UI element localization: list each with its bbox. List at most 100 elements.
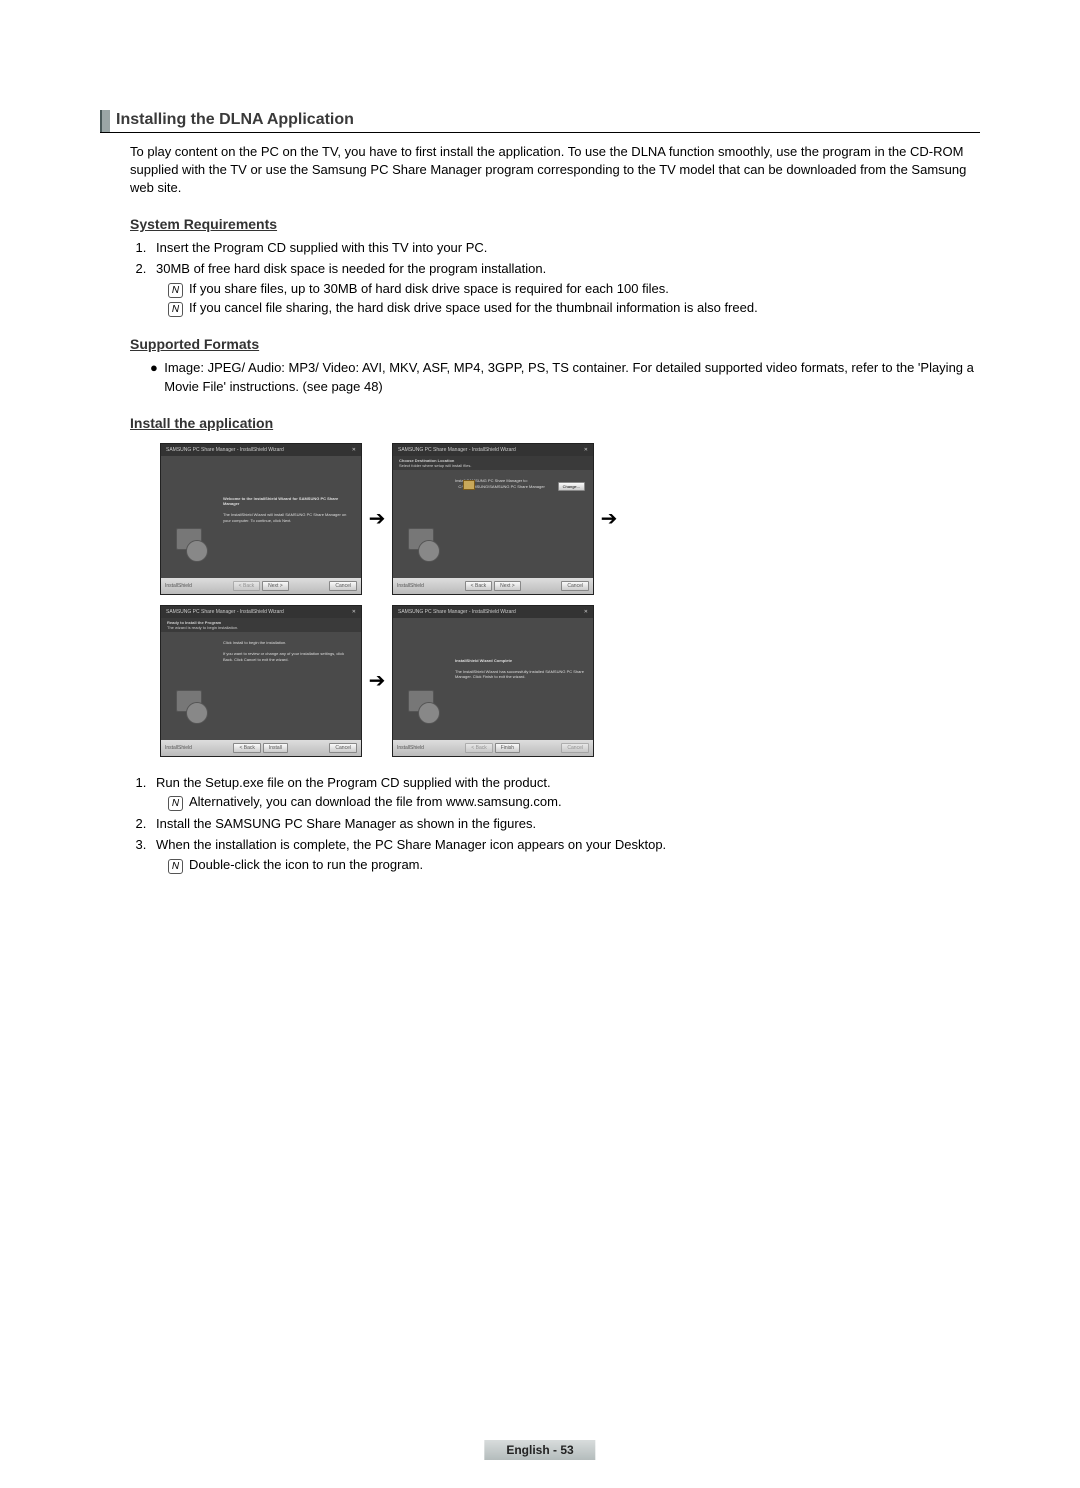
note: NDouble-click the icon to run the progra…	[168, 855, 980, 875]
close-icon: ✕	[584, 447, 588, 453]
note-icon: N	[168, 302, 183, 317]
note-text: If you cancel file sharing, the hard dis…	[189, 300, 758, 315]
next-button: Next >	[262, 581, 289, 591]
button-group: < Back Next >	[465, 581, 521, 591]
titlebar-text: SAMSUNG PC Share Manager - InstallShield…	[166, 447, 284, 453]
wizard-text: InstallShield Wizard Complete The Instal…	[451, 618, 593, 740]
wizard-heading: InstallShield Wizard Complete	[455, 658, 512, 663]
wizard-text: Click Install to begin the installation.…	[219, 632, 361, 740]
wizard-footer: InstallShield < Back Install Cancel	[161, 740, 361, 756]
arrow-right-icon: ➔	[594, 506, 624, 531]
wizard-side-icon	[393, 618, 451, 740]
wizard-subheader: Ready to Install the Program The wizard …	[161, 618, 361, 632]
wizard-body: Welcome to the InstallShield Wizard for …	[161, 456, 361, 578]
list-text: Insert the Program CD supplied with this…	[156, 240, 487, 255]
supported-formats-heading: Supported Formats	[130, 336, 980, 352]
install-steps-list: Run the Setup.exe file on the Program CD…	[150, 773, 980, 875]
installshield-label: InstallShield	[165, 745, 192, 751]
button-group: < Back Next >	[233, 581, 289, 591]
installshield-label: InstallShield	[165, 583, 192, 589]
close-icon: ✕	[352, 447, 356, 453]
note-text: Alternatively, you can download the file…	[189, 794, 562, 809]
wizard-body-text: Click Install to begin the installation.	[223, 640, 286, 645]
wizard-sub-text: Select folder where setup will install f…	[399, 463, 471, 468]
list-item: Run the Setup.exe file on the Program CD…	[150, 773, 980, 812]
supported-formats-list: ● Image: JPEG/ Audio: MP3/ Video: AVI, M…	[150, 358, 980, 397]
wizard-screenshot-4: SAMSUNG PC Share Manager - InstallShield…	[392, 605, 594, 757]
back-button: < Back	[465, 581, 492, 591]
button-group: < Back Finish	[465, 743, 520, 753]
list-text: When the installation is complete, the P…	[156, 837, 666, 852]
install-application-heading: Install the application	[130, 415, 980, 431]
arrow-right-icon: ➔	[362, 668, 392, 693]
list-item: Insert the Program CD supplied with this…	[150, 238, 980, 258]
wizard-side-icon	[393, 470, 451, 578]
back-button: < Back	[233, 581, 260, 591]
cancel-button: Cancel	[329, 581, 357, 591]
section-header: Installing the DLNA Application	[100, 110, 980, 133]
titlebar-text: SAMSUNG PC Share Manager - InstallShield…	[398, 609, 516, 615]
computer-disc-icon	[170, 686, 210, 726]
note-text: If you share files, up to 30MB of hard d…	[189, 281, 669, 296]
bullet-icon: ●	[150, 358, 164, 397]
wizard-footer: InstallShield < Back Next > Cancel	[161, 578, 361, 594]
wizard-body: Click Install to begin the installation.…	[161, 632, 361, 740]
list-text: Install the SAMSUNG PC Share Manager as …	[156, 816, 536, 831]
section-bar-icon	[100, 110, 110, 132]
titlebar-text: SAMSUNG PC Share Manager - InstallShield…	[398, 447, 516, 453]
folder-icon	[463, 480, 475, 490]
back-button: < Back	[233, 743, 260, 753]
list-text: Image: JPEG/ Audio: MP3/ Video: AVI, MKV…	[164, 358, 980, 397]
wizard-screenshot-3: SAMSUNG PC Share Manager - InstallShield…	[160, 605, 362, 757]
installshield-label: InstallShield	[397, 583, 424, 589]
finish-button: Finish	[495, 743, 520, 753]
system-requirements-heading: System Requirements	[130, 216, 980, 232]
note: N If you cancel file sharing, the hard di…	[168, 298, 980, 318]
list-text: 30MB of free hard disk space is needed f…	[156, 261, 546, 276]
note-icon: N	[168, 859, 183, 874]
computer-disc-icon	[402, 524, 442, 564]
computer-disc-icon	[170, 524, 210, 564]
back-button: < Back	[465, 743, 492, 753]
intro-text: To play content on the PC on the TV, you…	[130, 143, 980, 198]
wizard-body-text: The InstallShield Wizard will install SA…	[223, 512, 346, 523]
page-number: English - 53	[484, 1440, 595, 1460]
wizard-body-text: If you want to review or change any of y…	[223, 651, 344, 662]
change-button: Change...	[558, 482, 585, 491]
page-content: Installing the DLNA Application To play …	[0, 0, 1080, 916]
cancel-button: Cancel	[561, 581, 589, 591]
list-item: ● Image: JPEG/ Audio: MP3/ Video: AVI, M…	[150, 358, 980, 397]
arrow-right-icon: ➔	[362, 506, 392, 531]
computer-disc-icon	[402, 686, 442, 726]
list-item: Install the SAMSUNG PC Share Manager as …	[150, 814, 980, 834]
wizard-sub-text: The wizard is ready to begin installatio…	[167, 625, 238, 630]
figure-row: SAMSUNG PC Share Manager - InstallShield…	[160, 443, 980, 595]
wizard-titlebar: SAMSUNG PC Share Manager - InstallShield…	[393, 606, 593, 618]
figure-row: SAMSUNG PC Share Manager - InstallShield…	[160, 605, 980, 757]
wizard-subheader: Choose Destination Location Select folde…	[393, 456, 593, 470]
page-title: Installing the DLNA Application	[116, 111, 354, 131]
wizard-body-text: The InstallShield Wizard has successfull…	[455, 669, 584, 680]
wizard-footer: InstallShield < Back Next > Cancel	[393, 578, 593, 594]
close-icon: ✕	[352, 609, 356, 615]
note-icon: N	[168, 796, 183, 811]
install-button: Install	[263, 743, 288, 753]
cancel-button: Cancel	[561, 743, 589, 753]
wizard-heading: Welcome to the InstallShield Wizard for …	[223, 496, 338, 507]
wizard-side-icon	[161, 456, 219, 578]
close-icon: ✕	[584, 609, 588, 615]
installshield-label: InstallShield	[397, 745, 424, 751]
install-figures: SAMSUNG PC Share Manager - InstallShield…	[160, 443, 980, 757]
wizard-titlebar: SAMSUNG PC Share Manager - InstallShield…	[161, 444, 361, 456]
system-requirements-list: Insert the Program CD supplied with this…	[150, 238, 980, 318]
next-button: Next >	[494, 581, 521, 591]
titlebar-text: SAMSUNG PC Share Manager - InstallShield…	[166, 609, 284, 615]
note: N Alternatively, you can download the fil…	[168, 792, 980, 812]
button-group: < Back Install	[233, 743, 288, 753]
list-item: 30MB of free hard disk space is needed f…	[150, 259, 980, 318]
wizard-footer: InstallShield < Back Finish Cancel	[393, 740, 593, 756]
wizard-titlebar: SAMSUNG PC Share Manager - InstallShield…	[161, 606, 361, 618]
wizard-side-icon	[161, 632, 219, 740]
wizard-body: InstallShield Wizard Complete The Instal…	[393, 618, 593, 740]
list-text: Run the Setup.exe file on the Program CD…	[156, 775, 551, 790]
